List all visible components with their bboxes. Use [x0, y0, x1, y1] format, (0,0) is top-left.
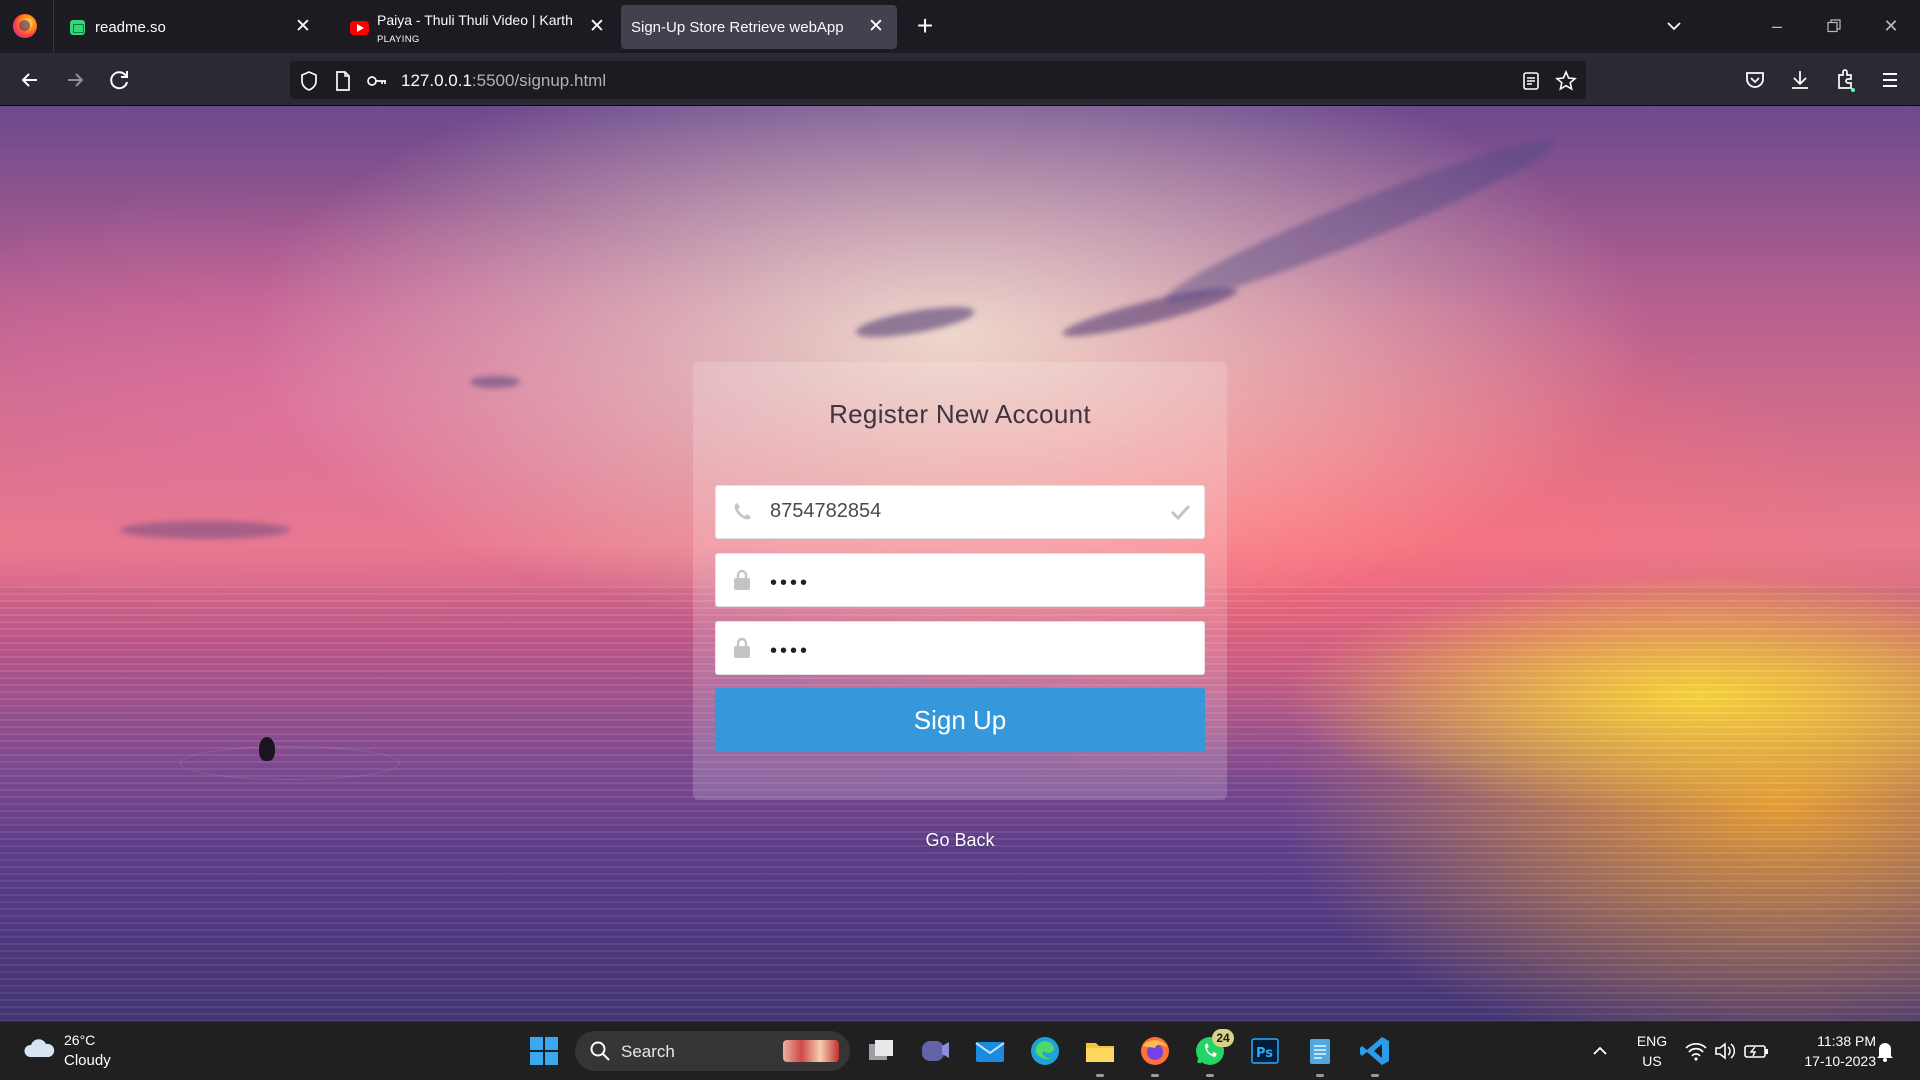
clock-date[interactable]: 17-10-2023	[1780, 1053, 1876, 1069]
cloud-shape	[854, 300, 976, 344]
url-text[interactable]: 127.0.0.1:5500/signup.html	[401, 71, 606, 91]
confirm-password-field[interactable]: ••••	[715, 621, 1205, 675]
lock-icon	[730, 568, 754, 592]
notification-badge: 24	[1212, 1029, 1234, 1047]
lock-icon	[730, 636, 754, 660]
reader-view-icon[interactable]	[1520, 70, 1542, 92]
phone-icon	[730, 500, 754, 524]
readme-favicon-icon	[70, 20, 85, 35]
forward-arrow-icon[interactable]	[60, 65, 90, 95]
edge-icon[interactable]	[1028, 1034, 1062, 1068]
tab-readme[interactable]: readme.so ✕	[54, 5, 324, 49]
confirm-password-value: ••••	[770, 640, 811, 662]
downloads-icon[interactable]	[1785, 65, 1815, 95]
running-indicator	[1096, 1074, 1104, 1077]
firefox-taskbar-icon[interactable]	[1138, 1034, 1172, 1068]
reload-icon[interactable]	[105, 65, 135, 95]
running-indicator	[1371, 1074, 1379, 1077]
back-arrow-icon[interactable]	[15, 65, 45, 95]
battery-icon[interactable]	[1742, 1034, 1770, 1068]
navigation-toolbar: 127.0.0.1:5500/signup.html	[0, 53, 1920, 106]
chevron-up-icon[interactable]	[1585, 1034, 1615, 1068]
file-explorer-icon[interactable]	[1083, 1034, 1117, 1068]
password-field[interactable]: ••••	[715, 553, 1205, 607]
address-bar[interactable]: 127.0.0.1:5500/signup.html	[290, 61, 1586, 99]
new-tab-button[interactable]: +	[912, 12, 938, 40]
firefox-icon[interactable]	[13, 14, 37, 38]
checkmark-icon	[1168, 500, 1192, 524]
cloud-shape	[1157, 123, 1563, 319]
signup-card: Register New Account 8754782854 •••• •••…	[693, 362, 1227, 800]
list-all-tabs-icon[interactable]	[1660, 12, 1688, 40]
vscode-icon[interactable]	[1358, 1034, 1392, 1068]
tab-strip: readme.so ✕ Paiya - Thuli Thuli Video | …	[0, 0, 1920, 53]
url-path: :5500/signup.html	[471, 71, 607, 90]
svg-text:Ps: Ps	[1256, 1046, 1273, 1061]
tab-youtube[interactable]: Paiya - Thuli Thuli Video | Karth PLAYIN…	[330, 5, 610, 49]
app-menu-icon[interactable]	[1875, 65, 1905, 95]
windows-start-icon[interactable]	[527, 1034, 561, 1068]
teams-chat-icon[interactable]	[918, 1034, 952, 1068]
tracking-shield-icon[interactable]	[298, 70, 320, 92]
key-permission-icon[interactable]	[366, 70, 388, 92]
page-info-icon[interactable]	[332, 70, 354, 92]
extensions-icon[interactable]	[1830, 65, 1860, 95]
volume-icon[interactable]	[1712, 1034, 1738, 1068]
clock-time[interactable]: 11:38 PM	[1780, 1033, 1876, 1049]
weather-description[interactable]: Cloudy	[64, 1052, 111, 1069]
tab-title: Paiya - Thuli Thuli Video | Karth	[377, 12, 573, 28]
photoshop-icon[interactable]: Ps	[1248, 1034, 1282, 1068]
weather-temperature[interactable]: 26°C	[64, 1032, 95, 1048]
mail-icon[interactable]	[973, 1034, 1007, 1068]
notepad-icon[interactable]	[1303, 1034, 1337, 1068]
wifi-icon[interactable]	[1683, 1034, 1709, 1068]
minimize-window-icon[interactable]: –	[1763, 12, 1791, 40]
phone-value: 8754782854	[770, 500, 882, 522]
search-icon	[590, 1041, 610, 1061]
close-tab-icon[interactable]: ✕	[586, 16, 608, 38]
search-label: Search	[621, 1042, 675, 1061]
page-title: Register New Account	[829, 399, 1091, 429]
taskbar-search-input[interactable]: Search	[575, 1031, 850, 1071]
close-tab-icon[interactable]: ✕	[292, 16, 314, 38]
taskbar: 26°C Cloudy Search 24 Ps ENG US 11:38 PM…	[0, 1021, 1920, 1080]
pocket-icon[interactable]	[1740, 65, 1770, 95]
running-indicator	[1151, 1074, 1159, 1077]
tab-playing-label: PLAYING	[377, 34, 420, 45]
language-indicator[interactable]: ENG	[1630, 1033, 1674, 1049]
running-indicator	[1316, 1074, 1324, 1077]
cloud-weather-icon[interactable]	[22, 1037, 56, 1059]
swimmer-silhouette	[259, 737, 275, 761]
tab-signup-active[interactable]: Sign-Up Store Retrieve webApp ✕	[621, 5, 897, 49]
task-view-icon[interactable]	[864, 1034, 898, 1068]
running-indicator	[1206, 1074, 1214, 1077]
phone-field[interactable]: 8754782854	[715, 485, 1205, 539]
tab-title: Sign-Up Store Retrieve webApp	[631, 19, 844, 36]
restore-window-icon[interactable]	[1820, 12, 1848, 40]
cloud-shape	[120, 521, 290, 539]
tab-title: readme.so	[95, 19, 166, 36]
go-back-link[interactable]: Go Back	[860, 830, 1060, 851]
search-highlight-icon	[783, 1040, 839, 1062]
bookmark-star-icon[interactable]	[1555, 69, 1577, 92]
region-indicator[interactable]: US	[1630, 1053, 1674, 1069]
close-window-icon[interactable]: ✕	[1877, 12, 1905, 40]
url-host: 127.0.0.1	[401, 71, 472, 90]
password-value: ••••	[770, 572, 811, 594]
signup-button[interactable]: Sign Up	[715, 688, 1205, 752]
youtube-favicon-icon	[350, 21, 369, 35]
ripple-ring	[180, 746, 400, 780]
cloud-shape	[470, 376, 520, 388]
notification-bell-icon[interactable]	[1870, 1034, 1900, 1068]
close-tab-icon[interactable]: ✕	[865, 16, 887, 38]
